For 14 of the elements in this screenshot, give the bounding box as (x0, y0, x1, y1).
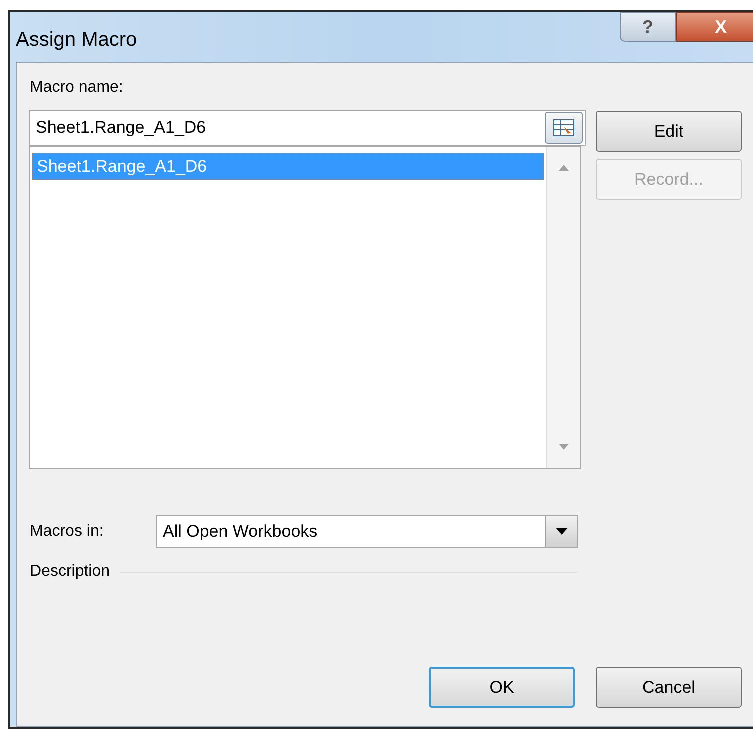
macros-in-dropdown[interactable]: All Open Workbooks (156, 515, 578, 548)
edit-button[interactable]: Edit (596, 111, 742, 152)
macro-name-label: Macro name: (30, 78, 124, 98)
scroll-down-icon[interactable] (558, 444, 568, 450)
macro-name-field[interactable]: Sheet1.Range_A1_D6 (29, 110, 586, 146)
help-button[interactable]: ? (620, 12, 676, 42)
window-title: Assign Macro (16, 28, 138, 53)
description-label: Description (30, 562, 110, 582)
scroll-up-icon[interactable] (558, 165, 568, 171)
macros-in-label: Macros in: (30, 522, 104, 542)
cancel-button[interactable]: Cancel (596, 667, 742, 708)
collapse-dialog-icon[interactable] (545, 112, 583, 144)
ok-button[interactable]: OK (429, 667, 575, 708)
scroll-bar[interactable] (546, 147, 580, 468)
